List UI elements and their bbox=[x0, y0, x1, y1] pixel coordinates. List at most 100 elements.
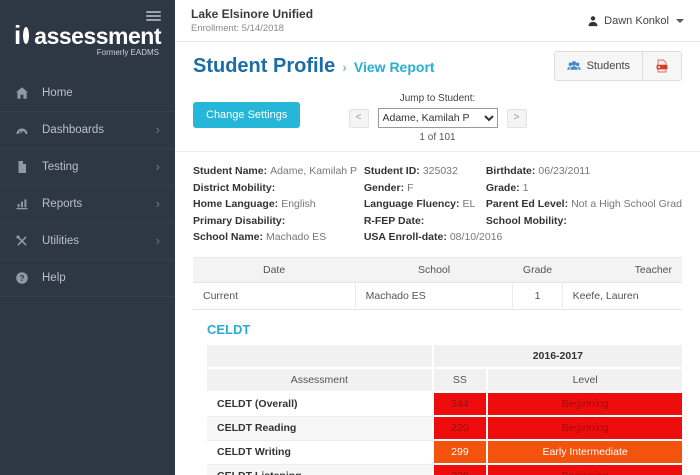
student-info-field: Language Fluency:EL bbox=[364, 198, 486, 211]
student-info-field: Student Name:Adame, Kamilah P bbox=[193, 165, 364, 178]
student-info-column-2: Student ID:325032 Gender:F Language Flue… bbox=[364, 165, 486, 244]
student-info-field: Gender:F bbox=[364, 182, 486, 195]
sidebar-item-help[interactable]: ? Help bbox=[0, 260, 175, 297]
enrollment-date-cell: Current bbox=[193, 283, 355, 310]
help-icon: ? bbox=[15, 271, 29, 285]
col-header-grade: Grade bbox=[513, 258, 562, 283]
view-report-link[interactable]: View Report bbox=[354, 59, 435, 75]
logo-area: i assessment Formerly EADMS bbox=[0, 0, 175, 69]
user-icon bbox=[587, 15, 599, 27]
pdf-icon bbox=[655, 59, 669, 73]
field-value: 1 bbox=[523, 182, 529, 194]
assessment-name-cell: CELDT Reading bbox=[207, 416, 433, 440]
chevron-right-icon: › bbox=[156, 236, 160, 246]
field-label: School Name: bbox=[193, 231, 263, 243]
col-header-assessment: Assessment bbox=[207, 368, 433, 392]
assessment-name-cell: CELDT (Overall) bbox=[207, 392, 433, 416]
sidebar-item-label: Reports bbox=[42, 198, 82, 210]
student-select[interactable]: Adame, Kamilah P bbox=[378, 108, 498, 128]
student-info-field: R-FEP Date: bbox=[364, 215, 486, 228]
toolbar-button-group: Students bbox=[554, 51, 682, 81]
celdt-heading: CELDT bbox=[207, 322, 682, 337]
sidebar-item-testing[interactable]: Testing › bbox=[0, 149, 175, 186]
utilities-icon bbox=[15, 234, 29, 248]
enrollment-date: Enrollment: 5/14/2018 bbox=[191, 23, 313, 34]
student-info-column-3: Birthdate:06/23/2011 Grade:1 Parent Ed L… bbox=[486, 165, 682, 244]
sidebar-item-home[interactable]: Home bbox=[0, 75, 175, 112]
field-label: USA Enroll-date: bbox=[364, 231, 447, 243]
chevron-right-icon: › bbox=[156, 162, 160, 172]
students-button[interactable]: Students bbox=[555, 52, 642, 80]
celdt-year-row: 2016-2017 bbox=[207, 345, 682, 368]
col-header-date: Date bbox=[193, 258, 355, 283]
pdf-export-button[interactable] bbox=[642, 52, 681, 80]
celdt-year-header: 2016-2017 bbox=[433, 345, 682, 368]
student-info-field: District Mobility: bbox=[193, 182, 364, 195]
sidebar-item-label: Dashboards bbox=[42, 124, 104, 136]
field-value: F bbox=[407, 182, 413, 194]
field-value: 325032 bbox=[423, 165, 458, 177]
student-info-field: Parent Ed Level:Not a High School Grad bbox=[486, 198, 682, 211]
ss-score-cell: 344 bbox=[433, 392, 488, 416]
enrollment-header-row: Date School Grade Teacher bbox=[193, 258, 682, 283]
enrollment-grade-cell: 1 bbox=[513, 283, 562, 310]
students-button-label: Students bbox=[587, 60, 630, 72]
student-info-field: School Mobility: bbox=[486, 215, 682, 228]
section-divider bbox=[175, 151, 700, 152]
main-area: Lake Elsinore Unified Enrollment: 5/14/2… bbox=[175, 0, 700, 475]
student-info-field: Birthdate:06/23/2011 bbox=[486, 165, 682, 178]
sidebar-item-label: Testing bbox=[42, 161, 78, 173]
next-student-button[interactable]: > bbox=[507, 109, 527, 128]
user-menu[interactable]: Dawn Konkol bbox=[587, 15, 684, 27]
enrollment-school-cell: Machado ES bbox=[355, 283, 513, 310]
field-label: District Mobility: bbox=[193, 182, 275, 194]
change-settings-button[interactable]: Change Settings bbox=[193, 102, 300, 128]
district-block: Lake Elsinore Unified Enrollment: 5/14/2… bbox=[191, 7, 313, 34]
logo-text-word: assessment bbox=[34, 26, 161, 46]
svg-text:?: ? bbox=[19, 273, 24, 283]
sidebar: i assessment Formerly EADMS Home Dashboa… bbox=[0, 0, 175, 475]
sidebar-menu: Home Dashboards › Testing › Reports › Ut… bbox=[0, 75, 175, 297]
field-label: Home Language: bbox=[193, 198, 278, 210]
celdt-row: CELDT Listening 338 Beginning bbox=[207, 464, 682, 475]
ss-score-cell: 220 bbox=[433, 416, 488, 440]
sidebar-item-label: Home bbox=[42, 87, 73, 99]
sidebar-item-reports[interactable]: Reports › bbox=[0, 186, 175, 223]
celdt-section: CELDT 2016-2017 Assessment SS Level bbox=[207, 322, 682, 475]
sidebar-item-label: Utilities bbox=[42, 235, 79, 247]
col-header-level: Level bbox=[487, 368, 682, 392]
home-icon bbox=[15, 86, 29, 100]
field-label: Language Fluency: bbox=[364, 198, 460, 210]
level-cell: Beginning bbox=[487, 464, 682, 475]
field-label: R-FEP Date: bbox=[364, 215, 424, 227]
student-pagination: 1 of 101 bbox=[323, 132, 553, 143]
controls-row: Change Settings Jump to Student: < Adame… bbox=[193, 93, 682, 141]
prev-student-button[interactable]: < bbox=[349, 109, 369, 128]
field-label: School Mobility: bbox=[486, 215, 567, 227]
ss-score-cell: 299 bbox=[433, 440, 488, 464]
user-name: Dawn Konkol bbox=[604, 15, 669, 27]
topbar: Lake Elsinore Unified Enrollment: 5/14/2… bbox=[175, 0, 700, 42]
field-label: Grade: bbox=[486, 182, 520, 194]
enrollment-row: Current Machado ES 1 Keefe, Lauren bbox=[193, 283, 682, 310]
reports-icon bbox=[15, 197, 29, 211]
testing-icon bbox=[15, 160, 29, 174]
jump-to-student-label: Jump to Student: bbox=[323, 93, 553, 104]
sidebar-item-label: Help bbox=[42, 272, 66, 284]
district-name: Lake Elsinore Unified bbox=[191, 7, 313, 21]
enrollment-teacher-cell: Keefe, Lauren bbox=[562, 283, 682, 310]
celdt-row: CELDT Reading 220 Beginning bbox=[207, 416, 682, 440]
student-info-field: Primary Disability: bbox=[193, 215, 364, 228]
caret-down-icon bbox=[676, 19, 684, 23]
level-cell: Early Intermediate bbox=[487, 440, 682, 464]
sidebar-item-dashboards[interactable]: Dashboards › bbox=[0, 112, 175, 149]
logo-o-icon bbox=[23, 27, 29, 44]
page-title: Student Profile bbox=[193, 55, 335, 78]
hamburger-menu-icon[interactable] bbox=[146, 9, 161, 23]
col-header-ss: SS bbox=[433, 368, 488, 392]
dashboard-icon bbox=[15, 123, 29, 137]
sidebar-item-utilities[interactable]: Utilities › bbox=[0, 223, 175, 260]
enrollment-table: Date School Grade Teacher Current Machad… bbox=[193, 257, 682, 310]
title-row: Student Profile › View Report Students bbox=[193, 51, 682, 81]
app-logo: i assessment bbox=[14, 24, 161, 46]
